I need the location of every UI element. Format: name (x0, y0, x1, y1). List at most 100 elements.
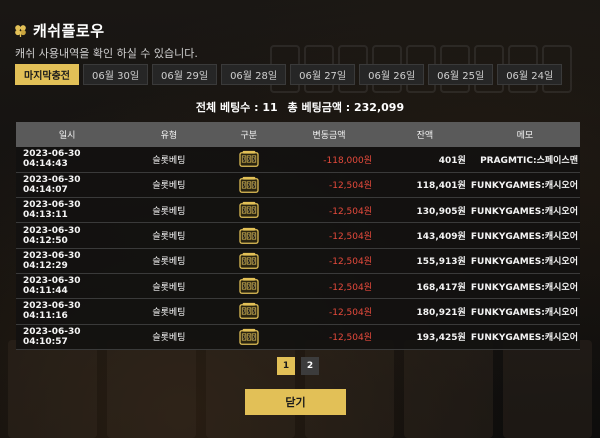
svg-text:7: 7 (252, 233, 255, 239)
table-row: 2023-06-30 04:12:29 슬롯베팅 7 7 7 -12,504원 155,91… (16, 248, 580, 274)
slot-machine-icon: 777 (239, 150, 259, 168)
row-category: 777 (220, 147, 279, 172)
column-header: 잔액 (416, 131, 434, 141)
table-row: 2023-06-30 04:13:11 슬롯베팅 7 7 7 -12,504원 130,90… (16, 197, 580, 223)
row-amount: -12,504원 (328, 181, 373, 192)
bet-summary: 전체 베팅수 : 11 총 베팅금액 : 232,099 (0, 99, 600, 115)
close-button[interactable]: 닫기 (245, 389, 346, 415)
cashflow-modal: 캐쉬플로우 캐쉬 사용내역을 확인 하실 수 있습니다. 마지막충전 06월 30… (0, 0, 600, 438)
row-amount: -12,504원 (328, 206, 373, 217)
slot-machine-icon: 777 (239, 176, 259, 194)
svg-text:7: 7 (247, 208, 250, 214)
row-category: 777 (220, 299, 279, 324)
row-time: 2023-06-30 04:14:43 (23, 149, 81, 170)
svg-text:7: 7 (252, 335, 255, 341)
row-type: 슬롯베팅 (152, 181, 186, 192)
slot-machine-icon: 777 (239, 227, 259, 245)
row-balance: 155,913원 (416, 257, 466, 268)
svg-text:7: 7 (252, 284, 255, 290)
slot-machine-icon: 777 (239, 201, 259, 219)
row-memo: FUNKYGAMES:캐시오어 (470, 307, 578, 318)
date-tab[interactable]: 06월 30일 (83, 64, 149, 85)
svg-text:7: 7 (242, 259, 245, 265)
svg-text:7: 7 (252, 157, 255, 163)
svg-text:7: 7 (247, 335, 250, 341)
table-row: 2023-06-30 04:12:50 슬롯베팅 7 7 7 -12,504원 143,40… (16, 222, 580, 249)
date-tab[interactable]: 06월 27일 (290, 64, 356, 85)
row-time: 2023-06-30 04:11:16 (23, 301, 81, 322)
column-header: 메모 (516, 131, 534, 141)
row-category: 777 (220, 198, 279, 223)
row-time: 2023-06-30 04:14:07 (23, 174, 81, 195)
slot-machine-icon: 777 (239, 328, 259, 346)
date-tab[interactable]: 06월 25일 (428, 64, 494, 85)
modal-title: 캐쉬플로우 (33, 22, 105, 40)
page-button[interactable]: 2 (301, 357, 319, 375)
row-category: 777 (220, 223, 279, 248)
date-tab[interactable]: 마지막충전 (15, 64, 79, 85)
svg-text:7: 7 (242, 335, 245, 341)
modal-subtitle: 캐쉬 사용내역을 확인 하실 수 있습니다. (15, 47, 198, 60)
svg-text:7: 7 (242, 183, 245, 189)
svg-text:7: 7 (252, 183, 255, 189)
svg-text:7: 7 (247, 309, 250, 315)
slot-machine-icon: 777 (239, 277, 259, 295)
svg-text:7: 7 (247, 233, 250, 239)
table-header-row: 일시 유형 구분 변동금액 잔액 메모 (16, 122, 580, 147)
date-tab[interactable]: 06월 26일 (359, 64, 425, 85)
column-header: 일시 (58, 131, 76, 141)
row-category: 777 (220, 273, 279, 298)
row-time: 2023-06-30 04:12:29 (23, 250, 81, 271)
row-time: 2023-06-30 04:13:11 (23, 200, 81, 221)
row-balance: 193,425원 (416, 333, 466, 344)
svg-text:7: 7 (252, 259, 255, 265)
column-header: 유형 (160, 131, 178, 141)
row-balance: 130,905원 (416, 206, 466, 217)
table-row: 2023-06-30 04:10:57 슬롯베팅 7 7 7 -12,504원 193,42… (16, 324, 580, 350)
row-type: 슬롯베팅 (152, 282, 186, 293)
row-memo: FUNKYGAMES:캐시오어 (470, 333, 578, 344)
row-memo: PRAGMTIC:스페이스맨 (480, 155, 578, 166)
date-tab[interactable]: 06월 29일 (152, 64, 218, 85)
svg-text:7: 7 (242, 233, 245, 239)
svg-text:7: 7 (252, 309, 255, 315)
row-time: 2023-06-30 04:12:50 (23, 225, 81, 246)
date-tab[interactable]: 06월 28일 (221, 64, 287, 85)
row-type: 슬롯베팅 (152, 206, 186, 217)
row-type: 슬롯베팅 (152, 333, 186, 344)
svg-text:7: 7 (242, 284, 245, 290)
modal-header: 캐쉬플로우 (14, 20, 105, 41)
slot-machine-icon: 777 (239, 252, 259, 270)
svg-text:7: 7 (247, 183, 250, 189)
row-balance: 168,417원 (416, 282, 466, 293)
column-header: 변동금액 (312, 131, 346, 141)
clover-icon (15, 25, 26, 37)
table-row: 2023-06-30 04:14:07 슬롯베팅 7 7 7 -12,504원 118,40… (16, 172, 580, 198)
row-memo: FUNKYGAMES:캐시오어 (470, 181, 578, 192)
total-bet-count: 전체 베팅수 : 11 (195, 101, 278, 114)
row-category: 777 (220, 248, 279, 273)
row-memo: FUNKYGAMES:캐시오어 (470, 232, 578, 243)
table-row: 2023-06-30 04:14:43 슬롯베팅 7 7 7 -118,000원 401원 P… (16, 147, 580, 173)
row-type: 슬롯베팅 (152, 257, 186, 268)
row-amount: -12,504원 (328, 307, 373, 318)
row-amount: -12,504원 (328, 257, 373, 268)
row-type: 슬롯베팅 (152, 232, 186, 243)
date-tabs: 마지막충전 06월 30일 06월 29일 06월 28일 06월 27일 06월 26일… (15, 64, 563, 85)
date-tab[interactable]: 06월 24일 (497, 64, 563, 85)
row-amount: -12,504원 (328, 282, 373, 293)
svg-text:7: 7 (242, 157, 245, 163)
svg-text:7: 7 (247, 259, 250, 265)
row-amount: -12,504원 (328, 333, 373, 344)
page-button[interactable]: 1 (277, 357, 295, 375)
svg-text:7: 7 (247, 157, 250, 163)
row-time: 2023-06-30 04:11:44 (23, 276, 81, 297)
svg-text:7: 7 (242, 208, 245, 214)
svg-text:7: 7 (247, 284, 250, 290)
table-row: 2023-06-30 04:11:16 슬롯베팅 7 7 7 -12,504원 180,92… (16, 298, 580, 325)
row-category: 777 (220, 324, 279, 349)
row-memo: FUNKYGAMES:캐시오어 (470, 282, 578, 293)
table-row: 2023-06-30 04:11:44 슬롯베팅 7 7 7 -12,504원 168,41… (16, 273, 580, 299)
total-bet-amount: 총 베팅금액 : 232,099 (287, 101, 405, 114)
row-amount: -118,000원 (323, 155, 373, 166)
